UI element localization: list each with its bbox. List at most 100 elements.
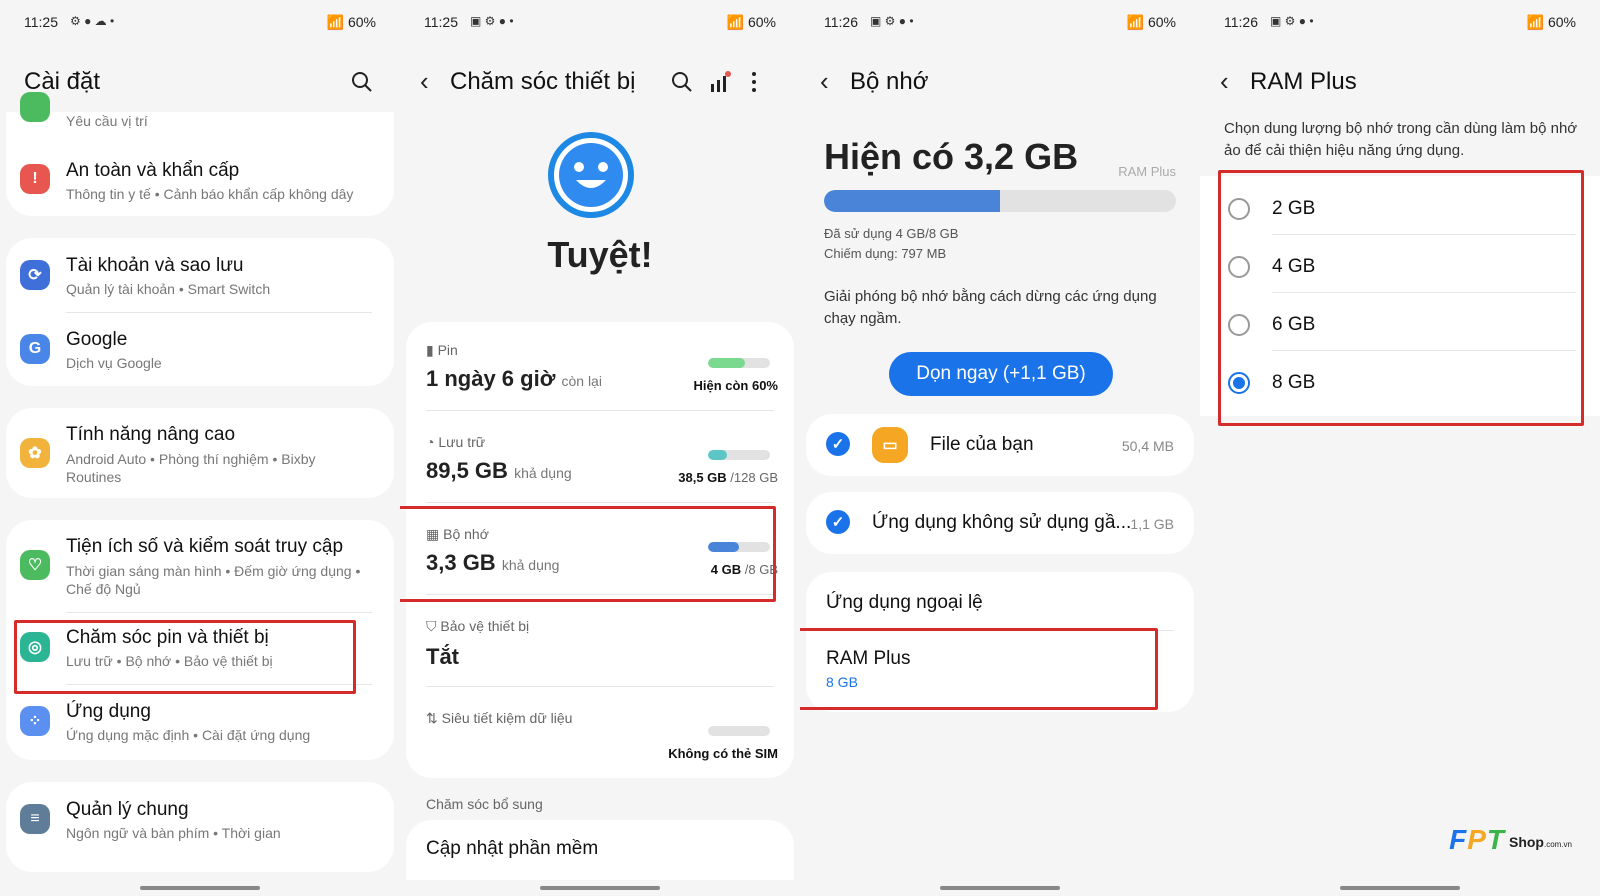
highlight-options <box>1218 170 1584 426</box>
divider <box>426 410 774 411</box>
status-time: 11:25 <box>424 14 458 30</box>
status-bar: 11:25 ⚙ ● ☁ • 📶 60% <box>24 12 376 32</box>
nav-handle[interactable] <box>140 886 260 890</box>
location-icon <box>20 92 50 122</box>
page-title: Chăm sóc thiết bị <box>450 68 636 95</box>
update-card: Cập nhật phần mềm <box>406 820 794 880</box>
datasaver-label: ⇅ Siêu tiết kiệm dữ liệu <box>426 710 573 726</box>
more-options-icon[interactable] <box>746 70 762 94</box>
watermark-brand: FPT <box>1449 824 1505 855</box>
alert-icon: ! <box>20 164 50 194</box>
item-title: Tài khoản và sao lưu <box>66 255 244 276</box>
status-battery: 📶 60% <box>1526 14 1576 30</box>
ram-plus-tag: RAM Plus <box>1118 164 1176 179</box>
checkbox-checked-icon[interactable]: ✓ <box>826 510 850 534</box>
app-row-files[interactable]: ✓ ▭ File của bạn 50,4 MB <box>806 414 1194 476</box>
ram-plus-description: Chọn dung lượng bộ nhớ trong cần dùng là… <box>1224 120 1578 159</box>
back-button[interactable]: ‹ <box>420 66 429 97</box>
status-bar: 11:26 ▣ ⚙ ● • 📶 60% <box>824 12 1176 32</box>
gear-plus-icon: ✿ <box>20 438 50 468</box>
protection-value: Tắt <box>426 644 459 669</box>
protection-label: ⛉ Bảo vệ thiết bị <box>426 618 530 634</box>
app-size: 1,1 GB <box>1130 516 1174 532</box>
search-icon[interactable] <box>670 70 694 94</box>
folder-icon: ▭ <box>872 427 908 463</box>
nav-handle[interactable] <box>940 886 1060 890</box>
item-sub: Dịch vụ Google <box>66 355 162 371</box>
datasaver-status: Không có thẻ SIM <box>668 746 778 761</box>
software-update-item[interactable]: Cập nhật phần mềm <box>426 838 598 860</box>
status-battery: 📶 60% <box>726 14 776 30</box>
battery-label: ▮ Pin <box>426 342 458 358</box>
search-icon[interactable] <box>350 70 374 94</box>
back-button[interactable]: ‹ <box>820 66 829 97</box>
app-name: Ứng dụng không sử dụng gầ... <box>872 512 1132 533</box>
status-notification-icons: ▣ ⚙ ● • <box>1270 14 1314 28</box>
memory-usage-bar <box>824 190 1176 212</box>
storage-bar <box>708 450 770 460</box>
status-bar: 11:25 ▣ ⚙ ● • 📶 60% <box>424 12 776 32</box>
highlight-memory <box>400 506 776 602</box>
item-sub: Ngôn ngữ và bàn phím • Thời gian <box>66 825 281 841</box>
nav-handle[interactable] <box>540 886 660 890</box>
status-bar: 11:26 ▣ ⚙ ● • 📶 60% <box>1224 12 1576 32</box>
item-title: Tính năng nâng cao <box>66 424 236 445</box>
app-row-unused[interactable]: ✓ Ứng dụng không sử dụng gầ... 1,1 GB <box>806 492 1194 554</box>
wellbeing-icon: ♡ <box>20 550 50 580</box>
status-time: 11:26 <box>824 14 858 30</box>
battery-value: 1 ngày 6 giờ còn lại <box>426 366 602 391</box>
status-time: 11:26 <box>1224 14 1258 30</box>
status-time: 11:25 <box>24 14 58 30</box>
memory-available: Hiện có 3,2 GB <box>824 136 1079 177</box>
google-icon: G <box>20 334 50 364</box>
sliders-icon: ≡ <box>20 804 50 834</box>
back-button[interactable]: ‹ <box>1220 66 1229 97</box>
ram-plus-screen: 11:26 ▣ ⚙ ● • 📶 60% ‹ RAM Plus Chọn dung… <box>1200 0 1600 896</box>
storage-value: 89,5 GB khả dụng <box>426 458 572 483</box>
memory-used: Đã sử dụng 4 GB/8 GB <box>824 226 959 241</box>
item-title: Quản lý chung <box>66 799 189 820</box>
page-title: RAM Plus <box>1250 68 1357 95</box>
battery-bar-fill <box>708 358 746 368</box>
memory-occupied: Chiếm dụng: 797 MB <box>824 246 947 261</box>
app-name: File của bạn <box>930 434 1034 455</box>
status-notification-icons: ▣ ⚙ ● • <box>870 14 914 28</box>
status-notification-icons: ▣ ⚙ ● • <box>470 14 514 28</box>
signal-report-icon[interactable] <box>708 70 732 94</box>
sync-icon: ⟳ <box>20 260 50 290</box>
memory-description: Giải phóng bộ nhớ bằng cách dừng các ứng… <box>824 288 1157 327</box>
nav-handle[interactable] <box>1340 886 1460 890</box>
happy-face-icon <box>548 132 634 218</box>
settings-group-1: Yêu cầu vị trí ! An toàn và khẩn cấp Thô… <box>6 92 394 216</box>
item-sub: Thời gian sáng màn hình • Đếm giờ ứng dụ… <box>66 563 361 597</box>
item-sub: Quản lý tài khoản • Smart Switch <box>66 281 271 297</box>
item-sub: Ứng dụng mặc định • Cài đặt ứng dụng <box>66 727 311 743</box>
datasaver-bar <box>708 726 770 736</box>
divider <box>66 612 372 613</box>
storage-label: ◔ Lưu trữ <box>426 434 486 450</box>
item-title: Tiện ích số và kiểm soát truy cập <box>66 536 344 557</box>
watermark-logo: FPT Shop .com.vn <box>1449 824 1572 856</box>
divider <box>66 312 372 313</box>
battery-bar <box>708 358 770 368</box>
apps-icon: ⁘ <box>20 706 50 736</box>
section-header-extra: Chăm sóc bổ sung <box>426 796 543 812</box>
item-sub: Thông tin y tế • Cảnh báo khẩn cấp không… <box>66 186 354 202</box>
page-title: Bộ nhớ <box>850 68 929 95</box>
battery-remaining: Hiện còn 60% <box>693 378 778 393</box>
settings-group-3: ✿ Tính năng nâng cao Android Auto • Phòn… <box>6 408 394 498</box>
exceptions-item[interactable]: Ứng dụng ngoại lệ <box>826 592 983 614</box>
item-title: An toàn và khẩn cấp <box>66 160 240 181</box>
settings-screen: 11:25 ⚙ ● ☁ • 📶 60% Cài đặt Yêu cầu vị t… <box>0 0 400 896</box>
item-sub: Android Auto • Phòng thí nghiệm • Bixby … <box>66 451 316 485</box>
storage-usage: 38,5 GB /128 GB <box>678 470 778 485</box>
watermark-text: Shop <box>1508 834 1544 850</box>
item-title: Ứng dụng <box>66 701 151 722</box>
highlight-ram-plus <box>800 628 1158 710</box>
settings-group-2: ⟳ Tài khoản và sao lưu Quản lý tài khoản… <box>6 238 394 386</box>
checkbox-checked-icon[interactable]: ✓ <box>826 432 850 456</box>
highlight-device-care <box>14 620 356 694</box>
clean-now-button[interactable]: Dọn ngay (+1,1 GB) <box>889 352 1113 396</box>
status-headline: Tuyệt! <box>547 234 653 275</box>
storage-bar-fill <box>708 450 727 460</box>
